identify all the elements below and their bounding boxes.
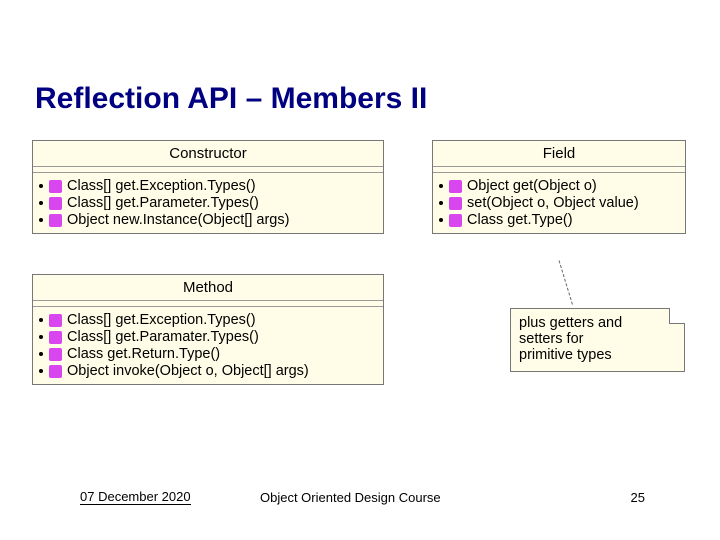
operation-icon (49, 348, 62, 361)
operation-icon (49, 197, 62, 210)
class-name: Field (433, 141, 685, 167)
bullet-icon (39, 201, 43, 205)
operation-label: set(Object o, Object value) (467, 195, 639, 211)
note-fold-icon (669, 308, 685, 324)
operation-row: Object get(Object o) (439, 178, 679, 194)
operation-label: Class[] get.Exception.Types() (67, 312, 256, 328)
operation-row: Class[] get.Exception.Types() (39, 178, 377, 194)
operations-compartment: Class[] get.Exception.Types() Class[] ge… (33, 307, 383, 384)
uml-class-constructor: Constructor Class[] get.Exception.Types(… (32, 140, 384, 234)
note-line: primitive types (519, 347, 676, 363)
footer-page-number: 25 (631, 490, 645, 505)
operation-icon (49, 180, 62, 193)
note-connector (559, 260, 573, 304)
slide-title: Reflection API – Members II (35, 82, 427, 116)
operation-row: Class get.Type() (439, 212, 679, 228)
bullet-icon (39, 335, 43, 339)
operation-row: Class[] get.Exception.Types() (39, 312, 377, 328)
bullet-icon (39, 352, 43, 356)
class-name: Method (33, 275, 383, 301)
operation-label: Class get.Return.Type() (67, 346, 220, 362)
operation-row: Class[] get.Parameter.Types() (39, 195, 377, 211)
operation-label: Object get(Object o) (467, 178, 597, 194)
operation-label: Class[] get.Parameter.Types() (67, 195, 259, 211)
bullet-icon (439, 184, 443, 188)
operation-label: Class get.Type() (467, 212, 573, 228)
operation-label: Class[] get.Exception.Types() (67, 178, 256, 194)
operation-label: Class[] get.Paramater.Types() (67, 329, 259, 345)
operation-row: Object new.Instance(Object[] args) (39, 212, 377, 228)
uml-note: plus getters and setters for primitive t… (510, 308, 685, 372)
operation-label: Object invoke(Object o, Object[] args) (67, 363, 309, 379)
class-name: Constructor (33, 141, 383, 167)
bullet-icon (39, 369, 43, 373)
operation-icon (449, 214, 462, 227)
bullet-icon (439, 218, 443, 222)
note-line: plus getters and (519, 315, 676, 331)
operations-compartment: Class[] get.Exception.Types() Class[] ge… (33, 173, 383, 233)
operation-icon (49, 331, 62, 344)
operation-icon (49, 365, 62, 378)
operation-row: Class get.Return.Type() (39, 346, 377, 362)
operation-row: Class[] get.Paramater.Types() (39, 329, 377, 345)
operation-label: Object new.Instance(Object[] args) (67, 212, 289, 228)
bullet-icon (39, 184, 43, 188)
footer-course: Object Oriented Design Course (260, 490, 441, 505)
uml-class-method: Method Class[] get.Exception.Types() Cla… (32, 274, 384, 385)
operation-icon (49, 314, 62, 327)
operation-row: set(Object o, Object value) (439, 195, 679, 211)
bullet-icon (439, 201, 443, 205)
bullet-icon (39, 318, 43, 322)
note-line: setters for (519, 331, 676, 347)
operations-compartment: Object get(Object o) set(Object o, Objec… (433, 173, 685, 233)
operation-icon (49, 214, 62, 227)
operation-icon (449, 180, 462, 193)
operation-icon (449, 197, 462, 210)
footer-date: 07 December 2020 (80, 490, 191, 505)
bullet-icon (39, 218, 43, 222)
uml-class-field: Field Object get(Object o) set(Object o,… (432, 140, 686, 234)
operation-row: Object invoke(Object o, Object[] args) (39, 363, 377, 379)
